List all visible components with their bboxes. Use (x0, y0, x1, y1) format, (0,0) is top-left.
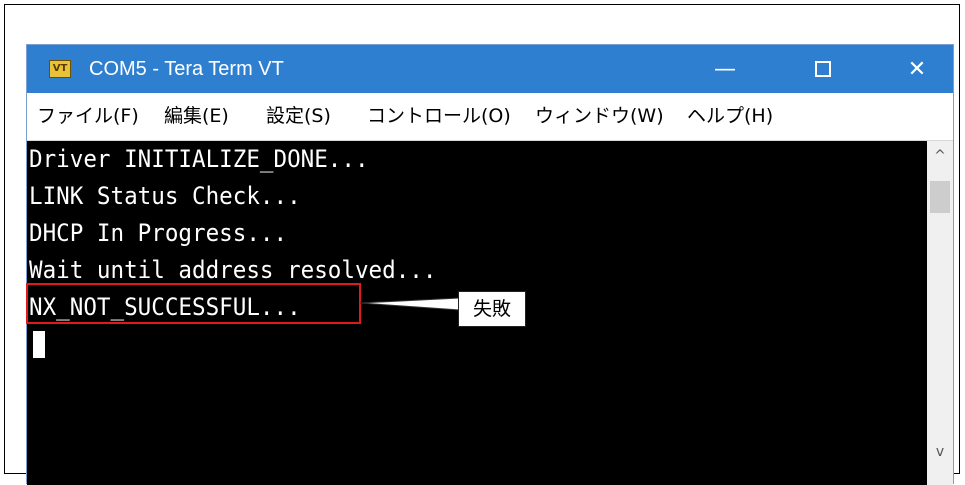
tera-term-window: VT COM5 - Tera Term VT — ✕ ファイル(F) 編集(E)… (26, 44, 954, 485)
menu-help[interactable]: ヘルプ(H) (687, 104, 773, 128)
scroll-up-arrow-icon[interactable]: ^ (927, 145, 953, 167)
window-title: COM5 - Tera Term VT (89, 58, 284, 80)
vertical-scrollbar[interactable]: ^ v (927, 141, 953, 485)
title-bar[interactable]: VT COM5 - Tera Term VT — ✕ (27, 45, 953, 93)
scroll-down-arrow-icon[interactable]: v (927, 441, 953, 463)
failure-callout-label: 失敗 (458, 291, 526, 327)
close-icon: ✕ (907, 56, 927, 82)
scroll-thumb[interactable] (930, 181, 950, 213)
terminal-cursor (33, 331, 45, 358)
menu-edit[interactable]: 編集(E) (164, 104, 229, 128)
terminal-line: LINK Status Check... (29, 182, 301, 210)
tera-term-app-icon: VT (49, 60, 71, 78)
terminal-line: DHCP In Progress... (29, 219, 288, 247)
maximize-icon (815, 61, 831, 77)
menu-window[interactable]: ウィンドウ(W) (535, 104, 664, 128)
minimize-button[interactable]: — (695, 45, 755, 93)
close-button[interactable]: ✕ (887, 45, 947, 93)
terminal-line: Driver INITIALIZE_DONE... (29, 145, 369, 173)
menu-setup[interactable]: 設定(S) (266, 104, 331, 128)
minimize-icon: — (714, 56, 736, 82)
menu-file[interactable]: ファイル(F) (37, 104, 139, 128)
menu-bar: ファイル(F) 編集(E) 設定(S) コントロール(O) ウィンドウ(W) ヘ… (27, 93, 953, 141)
menu-control[interactable]: コントロール(O) (367, 104, 511, 128)
error-highlight-box (26, 283, 361, 324)
maximize-button[interactable] (793, 45, 853, 93)
